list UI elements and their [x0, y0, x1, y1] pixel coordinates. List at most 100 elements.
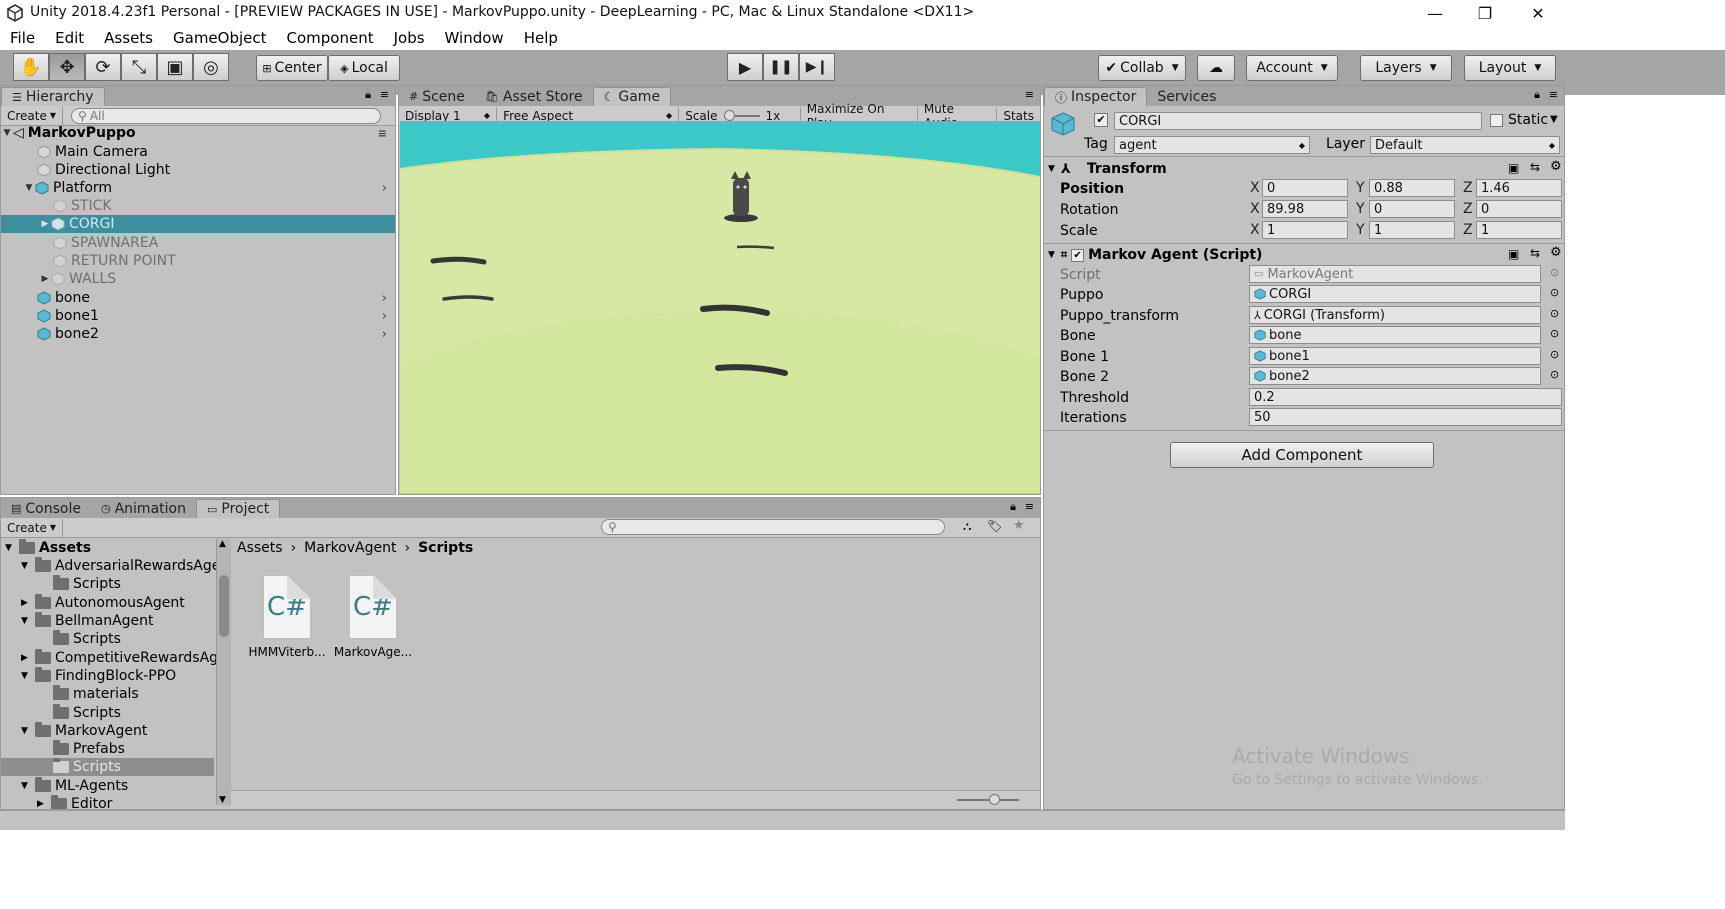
position-z-field[interactable]: 1.46 — [1476, 179, 1562, 197]
slider-thumb[interactable] — [989, 794, 1000, 805]
panel-menu-icon[interactable]: ≡ — [1549, 88, 1558, 101]
menu-assets[interactable]: Assets — [104, 29, 153, 47]
project-create-button[interactable]: Create ▼ — [1, 518, 64, 537]
tab-asset-store[interactable]: 🛍︎ Asset Store — [475, 87, 593, 106]
maximize-button[interactable]: ❐ — [1462, 0, 1508, 26]
hierarchy-item-bone1[interactable]: bone1 › — [1, 307, 395, 325]
panel-menu-icon[interactable]: ≡ — [1025, 88, 1034, 101]
hierarchy-item-stick[interactable]: STICK — [1, 197, 395, 215]
game-viewport[interactable] — [400, 121, 1040, 493]
rotation-x-field[interactable]: 89.98 — [1262, 200, 1348, 218]
tree-item-competitive[interactable]: ▶ CompetitiveRewardsAge — [21, 649, 216, 667]
tab-inspector[interactable]: ⓘ Inspector — [1044, 87, 1148, 106]
hierarchy-search[interactable]: ⚲ All — [71, 107, 382, 124]
tree-item-findingblock[interactable]: ▼ FindingBlock-PPO — [21, 667, 176, 685]
layout-button[interactable]: Layout ▼ — [1464, 55, 1556, 81]
bone1-field[interactable]: bone1 — [1249, 347, 1541, 365]
file-hmmviterbi[interactable]: C# HMMViterb... — [247, 575, 327, 665]
project-search[interactable]: ⚲ — [601, 519, 945, 535]
pivot-center-button[interactable]: ⊞ Center — [256, 55, 328, 81]
tree-item-materials[interactable]: materials — [53, 685, 139, 703]
hierarchy-item-walls[interactable]: ▶ WALLS — [1, 270, 395, 288]
tab-game[interactable]: ☾ Game — [592, 87, 672, 106]
expand-icon[interactable]: ▶ — [21, 653, 35, 663]
pause-icon[interactable]: ❚❚ — [763, 53, 799, 81]
tree-item-scripts[interactable]: Scripts — [53, 575, 121, 593]
hierarchy-item-bone[interactable]: bone › — [1, 289, 395, 307]
layer-dropdown[interactable]: Default ◆ — [1370, 136, 1560, 154]
scale-icon[interactable]: ⤡ — [121, 53, 157, 81]
close-button[interactable]: ✕ — [1515, 0, 1561, 26]
tab-console[interactable]: ▤ Console — [1, 499, 91, 518]
tab-project[interactable]: ▭ Project — [195, 499, 281, 518]
rotation-y-field[interactable]: 0 — [1369, 200, 1455, 218]
chevron-right-icon[interactable]: › — [382, 291, 387, 306]
menu-file[interactable]: File — [10, 29, 35, 47]
filter-by-label-icon[interactable]: 🏷︎ — [987, 519, 1002, 533]
step-icon[interactable]: ▶❙ — [799, 53, 835, 81]
expand-icon[interactable]: ▼ — [23, 183, 35, 193]
scale-x-field[interactable]: 1 — [1262, 221, 1348, 239]
tab-animation[interactable]: ◷ Animation — [91, 499, 196, 518]
tab-services[interactable]: Services — [1147, 87, 1226, 106]
expand-icon[interactable]: ▼ — [21, 671, 35, 681]
object-picker-icon[interactable]: ⊙ — [1550, 307, 1559, 320]
hand-icon[interactable]: ✋ — [13, 53, 49, 81]
minimize-button[interactable]: — — [1412, 0, 1458, 26]
component-enabled-checkbox[interactable]: ✔ — [1071, 248, 1085, 262]
menu-edit[interactable]: Edit — [55, 29, 84, 47]
help-icon[interactable]: ▣ — [1508, 161, 1519, 175]
object-picker-icon[interactable]: ⊙ — [1550, 368, 1559, 381]
static-checkbox[interactable] — [1490, 114, 1503, 127]
expand-icon[interactable]: ▼ — [21, 726, 35, 736]
collapse-icon[interactable]: ▼ — [1048, 164, 1055, 174]
file-markovagent[interactable]: C# MarkovAge... — [333, 575, 413, 665]
scene-root[interactable]: ▼ ◁ MarkovPuppo ≡ — [1, 124, 395, 142]
expand-icon[interactable]: ▶ — [37, 799, 51, 809]
expand-icon[interactable]: ▼ — [21, 616, 35, 626]
scene-menu-icon[interactable]: ≡ — [378, 127, 387, 140]
scale-z-field[interactable]: 1 — [1476, 221, 1562, 239]
expand-icon[interactable]: ▼ — [5, 543, 19, 553]
move-icon[interactable]: ✥ — [49, 53, 85, 81]
rotation-z-field[interactable]: 0 — [1476, 200, 1562, 218]
preset-icon[interactable]: ⇆ — [1530, 246, 1540, 260]
hierarchy-create-button[interactable]: Create ▼ — [1, 106, 64, 125]
cloud-button[interactable]: ☁ — [1197, 55, 1235, 81]
menu-component[interactable]: Component — [287, 29, 374, 47]
tab-hierarchy[interactable]: ☰ Hierarchy — [1, 87, 105, 106]
expand-icon[interactable]: ▶ — [39, 274, 51, 284]
hierarchy-item-spawnarea[interactable]: SPAWNAREA — [1, 234, 395, 252]
script-component-header[interactable]: ▼ ⌗ ✔ Markov Agent (Script) — [1044, 245, 1564, 265]
threshold-field[interactable]: 0.2 — [1249, 388, 1562, 406]
gear-icon[interactable]: ⚙ — [1550, 245, 1562, 260]
chevron-right-icon[interactable]: › — [382, 309, 387, 324]
scale-slider[interactable] — [723, 109, 760, 121]
tree-item-scripts[interactable]: Scripts — [53, 704, 121, 722]
iterations-field[interactable]: 50 — [1249, 408, 1562, 426]
chevron-right-icon[interactable]: › — [382, 327, 387, 342]
collab-button[interactable]: ✔ Collab ▼ — [1098, 55, 1186, 81]
tree-scrollbar[interactable]: ▲ ▼ — [216, 539, 231, 805]
dropdown-icon[interactable]: ▼ — [1550, 114, 1558, 125]
hierarchy-item-return-point[interactable]: RETURN POINT — [1, 252, 395, 270]
hierarchy-item-bone2[interactable]: bone2 › — [1, 325, 395, 343]
filter-by-type-icon[interactable]: ⛬ — [963, 519, 971, 534]
chevron-right-icon[interactable]: › — [382, 181, 387, 196]
add-component-button[interactable]: Add Component — [1170, 442, 1434, 468]
transform-icon[interactable]: ◎ — [193, 53, 229, 81]
gear-icon[interactable]: ⚙ — [1550, 159, 1562, 174]
transform-header[interactable]: ▼ ⅄ Transform — [1044, 159, 1564, 179]
expand-icon[interactable]: ▶ — [21, 598, 35, 608]
pivot-local-button[interactable]: ◈ Local — [328, 55, 400, 81]
object-name-field[interactable]: CORGI — [1114, 112, 1482, 130]
hierarchy-item-directional-light[interactable]: Directional Light — [1, 161, 395, 179]
expand-icon[interactable]: ▼ — [21, 781, 35, 791]
object-picker-icon[interactable]: ⊙ — [1550, 266, 1559, 279]
tree-item-prefabs[interactable]: Prefabs — [53, 740, 125, 758]
position-y-field[interactable]: 0.88 — [1369, 179, 1455, 197]
tree-item-bellman[interactable]: ▼ BellmanAgent — [21, 612, 154, 630]
tree-item-ml-agents[interactable]: ▼ ML-Agents — [21, 777, 128, 795]
object-picker-icon[interactable]: ⊙ — [1550, 286, 1559, 299]
menu-jobs[interactable]: Jobs — [394, 29, 425, 47]
